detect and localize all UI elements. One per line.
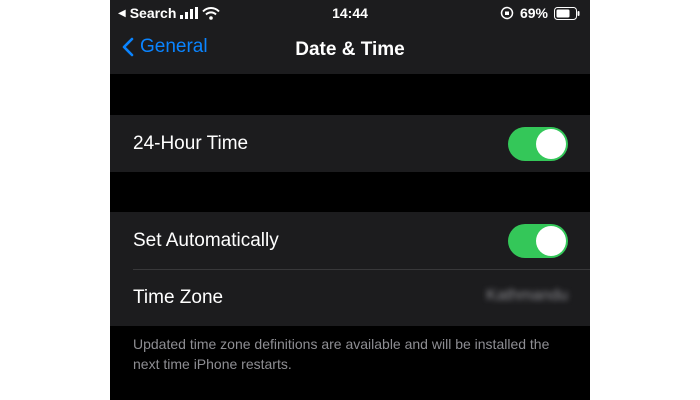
toggle-knob (536, 129, 566, 159)
row-label-set-automatically: Set Automatically (133, 229, 279, 251)
time-zone-update-note: Updated time zone definitions are availa… (133, 336, 550, 372)
status-right-group: 69% (500, 5, 580, 21)
row-24-hour-time: 24-Hour Time (110, 115, 590, 172)
row-label-time-zone: Time Zone (133, 286, 224, 308)
page-title: Date & Time (295, 39, 405, 60)
group-24-hour: 24-Hour Time (110, 115, 590, 172)
toggle-set-automatically[interactable] (508, 224, 568, 258)
row-set-automatically: Set Automatically (110, 212, 590, 269)
row-label-24-hour-time: 24-Hour Time (133, 132, 249, 154)
status-bar: ◀ Search 14:44 69% (110, 0, 590, 26)
row-time-zone[interactable]: Time Zone Kathmandu (110, 269, 590, 326)
toggle-24-hour-time[interactable] (508, 127, 568, 161)
time-zone-value: Kathmandu (486, 287, 568, 304)
group-set-automatically: Set Automatically Time Zone Kathmandu (110, 212, 590, 326)
phone-screen: ◀ Search 14:44 69% General Date & Time 2… (110, 0, 590, 400)
battery-percentage: 69% (519, 5, 548, 21)
toggle-knob (536, 226, 566, 256)
orientation-lock-icon (500, 6, 514, 20)
battery-icon (554, 6, 580, 20)
navigation-bar: General Date & Time (110, 26, 590, 74)
